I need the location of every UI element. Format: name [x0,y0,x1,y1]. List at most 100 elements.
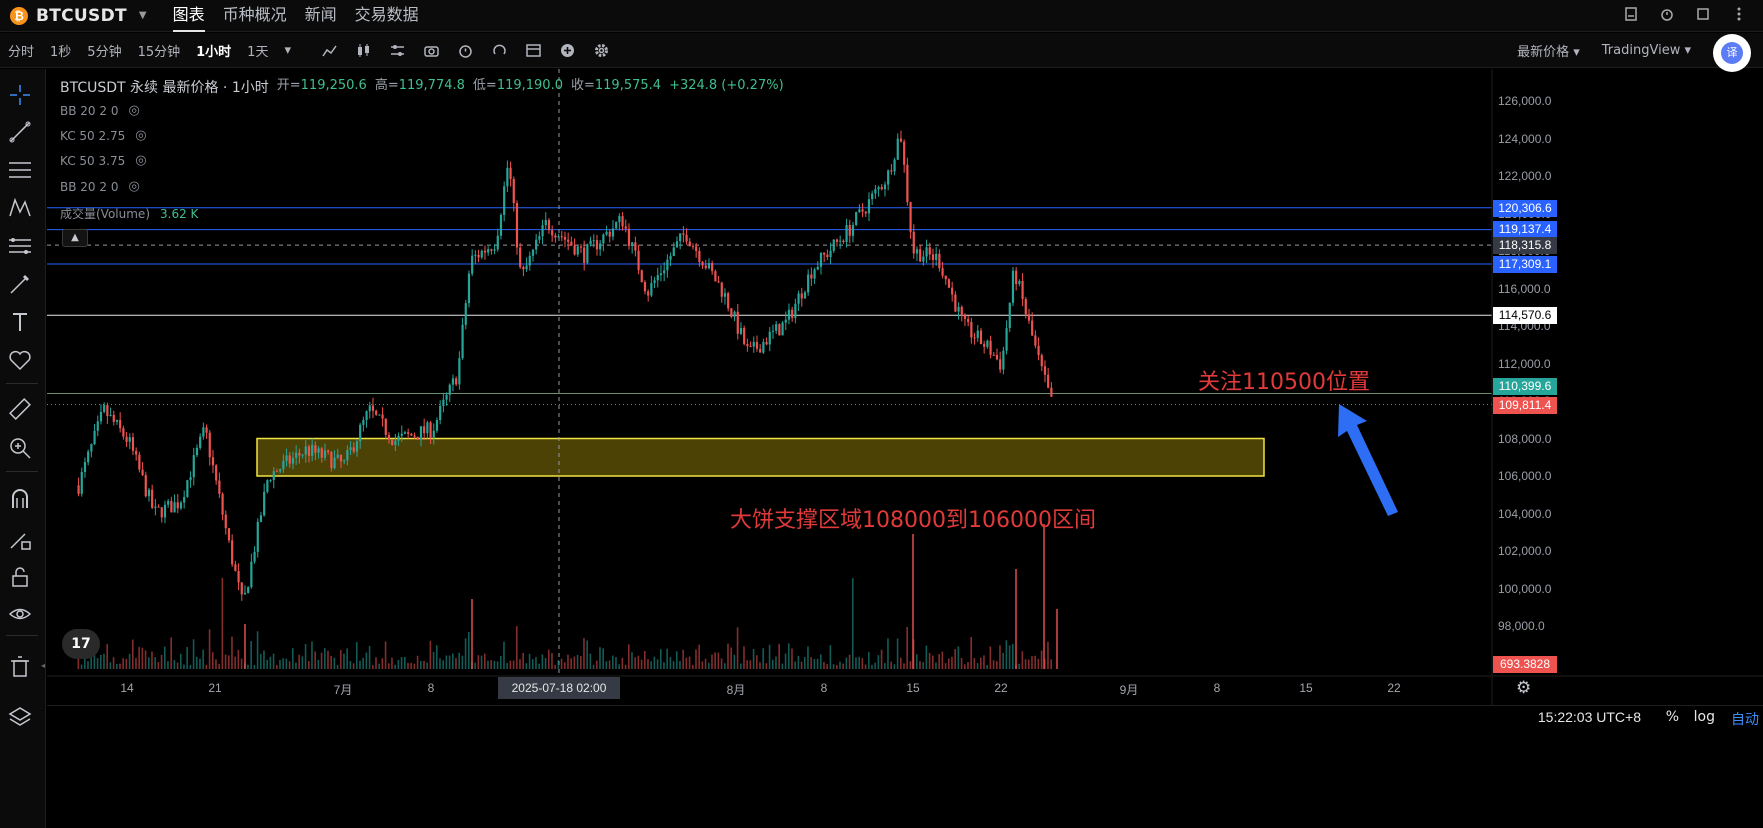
time-axis[interactable]: 14 21 7月 8 8月 8 15 22 9月 8 15 22 [47,676,1487,702]
crosshair-icon[interactable] [8,83,32,107]
magnet-icon[interactable] [8,487,32,511]
candle-body [464,303,467,325]
interval-5m[interactable]: 5分钟 [87,41,121,60]
interval-1h[interactable]: 1小时 [196,41,231,60]
volume-bar [583,638,585,669]
volume-bar [794,661,796,669]
time-label: 8 [820,681,828,695]
candle-body [602,234,605,244]
candle-body [855,212,858,225]
annotation-focus-text[interactable]: 关注110500位置 [1198,364,1370,396]
candle-body [157,506,160,508]
annotation-support-text[interactable]: 大饼支撑区域108000到106000区间 [730,502,1096,534]
interval-15m[interactable]: 15分钟 [138,41,181,60]
horizontal-lines-icon[interactable] [8,158,32,182]
fullscreen-icon[interactable] [1695,6,1711,22]
fibonacci-icon[interactable] [8,234,32,258]
ruler-icon[interactable] [8,397,32,421]
clock[interactable]: 15:22:03 UTC+8 [1538,709,1641,725]
volume-bar [765,663,768,669]
divider [6,471,38,472]
chevron-down-icon[interactable]: ▼ [139,10,147,21]
candle-body [90,444,93,452]
candle-body [170,500,173,513]
gear-icon[interactable] [593,42,610,59]
volume-bar [499,655,502,669]
pencil-lock-icon[interactable] [8,527,32,551]
zoom-in-icon[interactable] [8,436,32,460]
indicator-settings-icon[interactable] [389,42,406,59]
candle-body [909,202,912,232]
candle-body [800,293,803,299]
lock-icon[interactable] [8,565,32,589]
layers-icon[interactable] [8,705,32,729]
eye-hidden-icon[interactable]: ◎ [135,153,146,168]
volume-bar [154,657,156,669]
volume-bar [448,655,451,669]
indicator-kc-1[interactable]: KC 50 2.75 ◎ [60,128,147,143]
indicators-chart-icon[interactable] [321,42,338,59]
heart-icon[interactable] [8,348,32,372]
chart-settings-icon[interactable]: ⚙ [1516,678,1531,698]
indicator-bb-2[interactable]: BB 20 2 0 ◎ [60,179,140,194]
eye-hidden-icon[interactable]: ◎ [128,179,139,194]
view-mode-dropdown[interactable]: TradingView ▾ [1602,43,1691,58]
alarm-clock-icon[interactable] [457,42,474,59]
indicator-kc-2[interactable]: KC 50 3.75 ◎ [60,153,147,168]
eye-hidden-icon[interactable]: ◎ [135,128,146,143]
volume-bar [307,661,310,669]
more-icon[interactable] [1731,6,1747,22]
interval-1s[interactable]: 1秒 [50,41,71,60]
add-icon[interactable] [559,42,576,59]
volume-bar [291,648,294,669]
price-tick-label: 122,000.0 [1498,169,1552,183]
candle-body [512,178,515,204]
layout-icon[interactable] [525,42,542,59]
volume-bar [435,645,438,669]
indicator-volume[interactable]: 成交量(Volume) 3.62 K [60,205,198,222]
replay-icon[interactable] [491,42,508,59]
volume-bar [471,599,473,669]
candle-body [407,432,410,434]
tab-news[interactable]: 新闻 [305,0,337,32]
auto-scale-toggle[interactable]: 自动 [1731,709,1759,729]
price-type-dropdown[interactable]: 最新价格 ▾ [1517,41,1580,60]
candle-body [1043,366,1047,375]
eye-hidden-icon[interactable]: ◎ [128,103,139,118]
alert-icon[interactable] [1659,6,1675,22]
tab-coin-overview[interactable]: 币种概况 [223,0,287,32]
trash-icon[interactable] [8,654,32,678]
symbol-name[interactable]: BTCUSDT [36,6,127,26]
candle-body [186,480,189,497]
eye-icon[interactable] [8,602,32,626]
tradingview-logo[interactable]: 17 [62,629,100,659]
camera-icon[interactable] [423,42,440,59]
percent-scale-toggle[interactable]: % [1666,709,1679,725]
volume-bar [768,644,771,669]
pattern-icon[interactable] [8,196,32,220]
interval-more-icon[interactable]: ▾ [284,43,291,58]
indicator-bb-1[interactable]: BB 20 2 0 ◎ [60,103,140,118]
interval-timeline[interactable]: 分时 [8,41,34,60]
trend-line-icon[interactable] [8,120,32,144]
log-scale-toggle[interactable]: log [1694,709,1715,725]
brush-icon[interactable] [8,272,32,296]
collapse-legend-button[interactable]: ▲ [62,229,88,247]
symbol-selector[interactable]: ₿ BTCUSDT ▼ [0,6,147,26]
volume-bar [397,659,400,669]
volume-bar [1047,641,1049,669]
translate-button[interactable]: 译 [1713,33,1751,72]
interval-1d[interactable]: 1天 [247,41,268,60]
text-icon[interactable] [8,310,32,334]
candle-body [605,231,608,235]
save-icon[interactable] [1623,6,1639,22]
tab-chart[interactable]: 图表 [172,0,205,32]
indicator-label: BB 20 2 0 [60,103,119,118]
candle-body [919,249,922,262]
volume-bar [551,653,553,669]
candlestick-type-icon[interactable] [355,42,372,59]
tab-trading-data[interactable]: 交易数据 [355,0,419,32]
volume-bar [135,657,137,669]
collapse-toolbar-icon[interactable]: ◂ [41,661,46,673]
volume-bar [851,578,854,669]
